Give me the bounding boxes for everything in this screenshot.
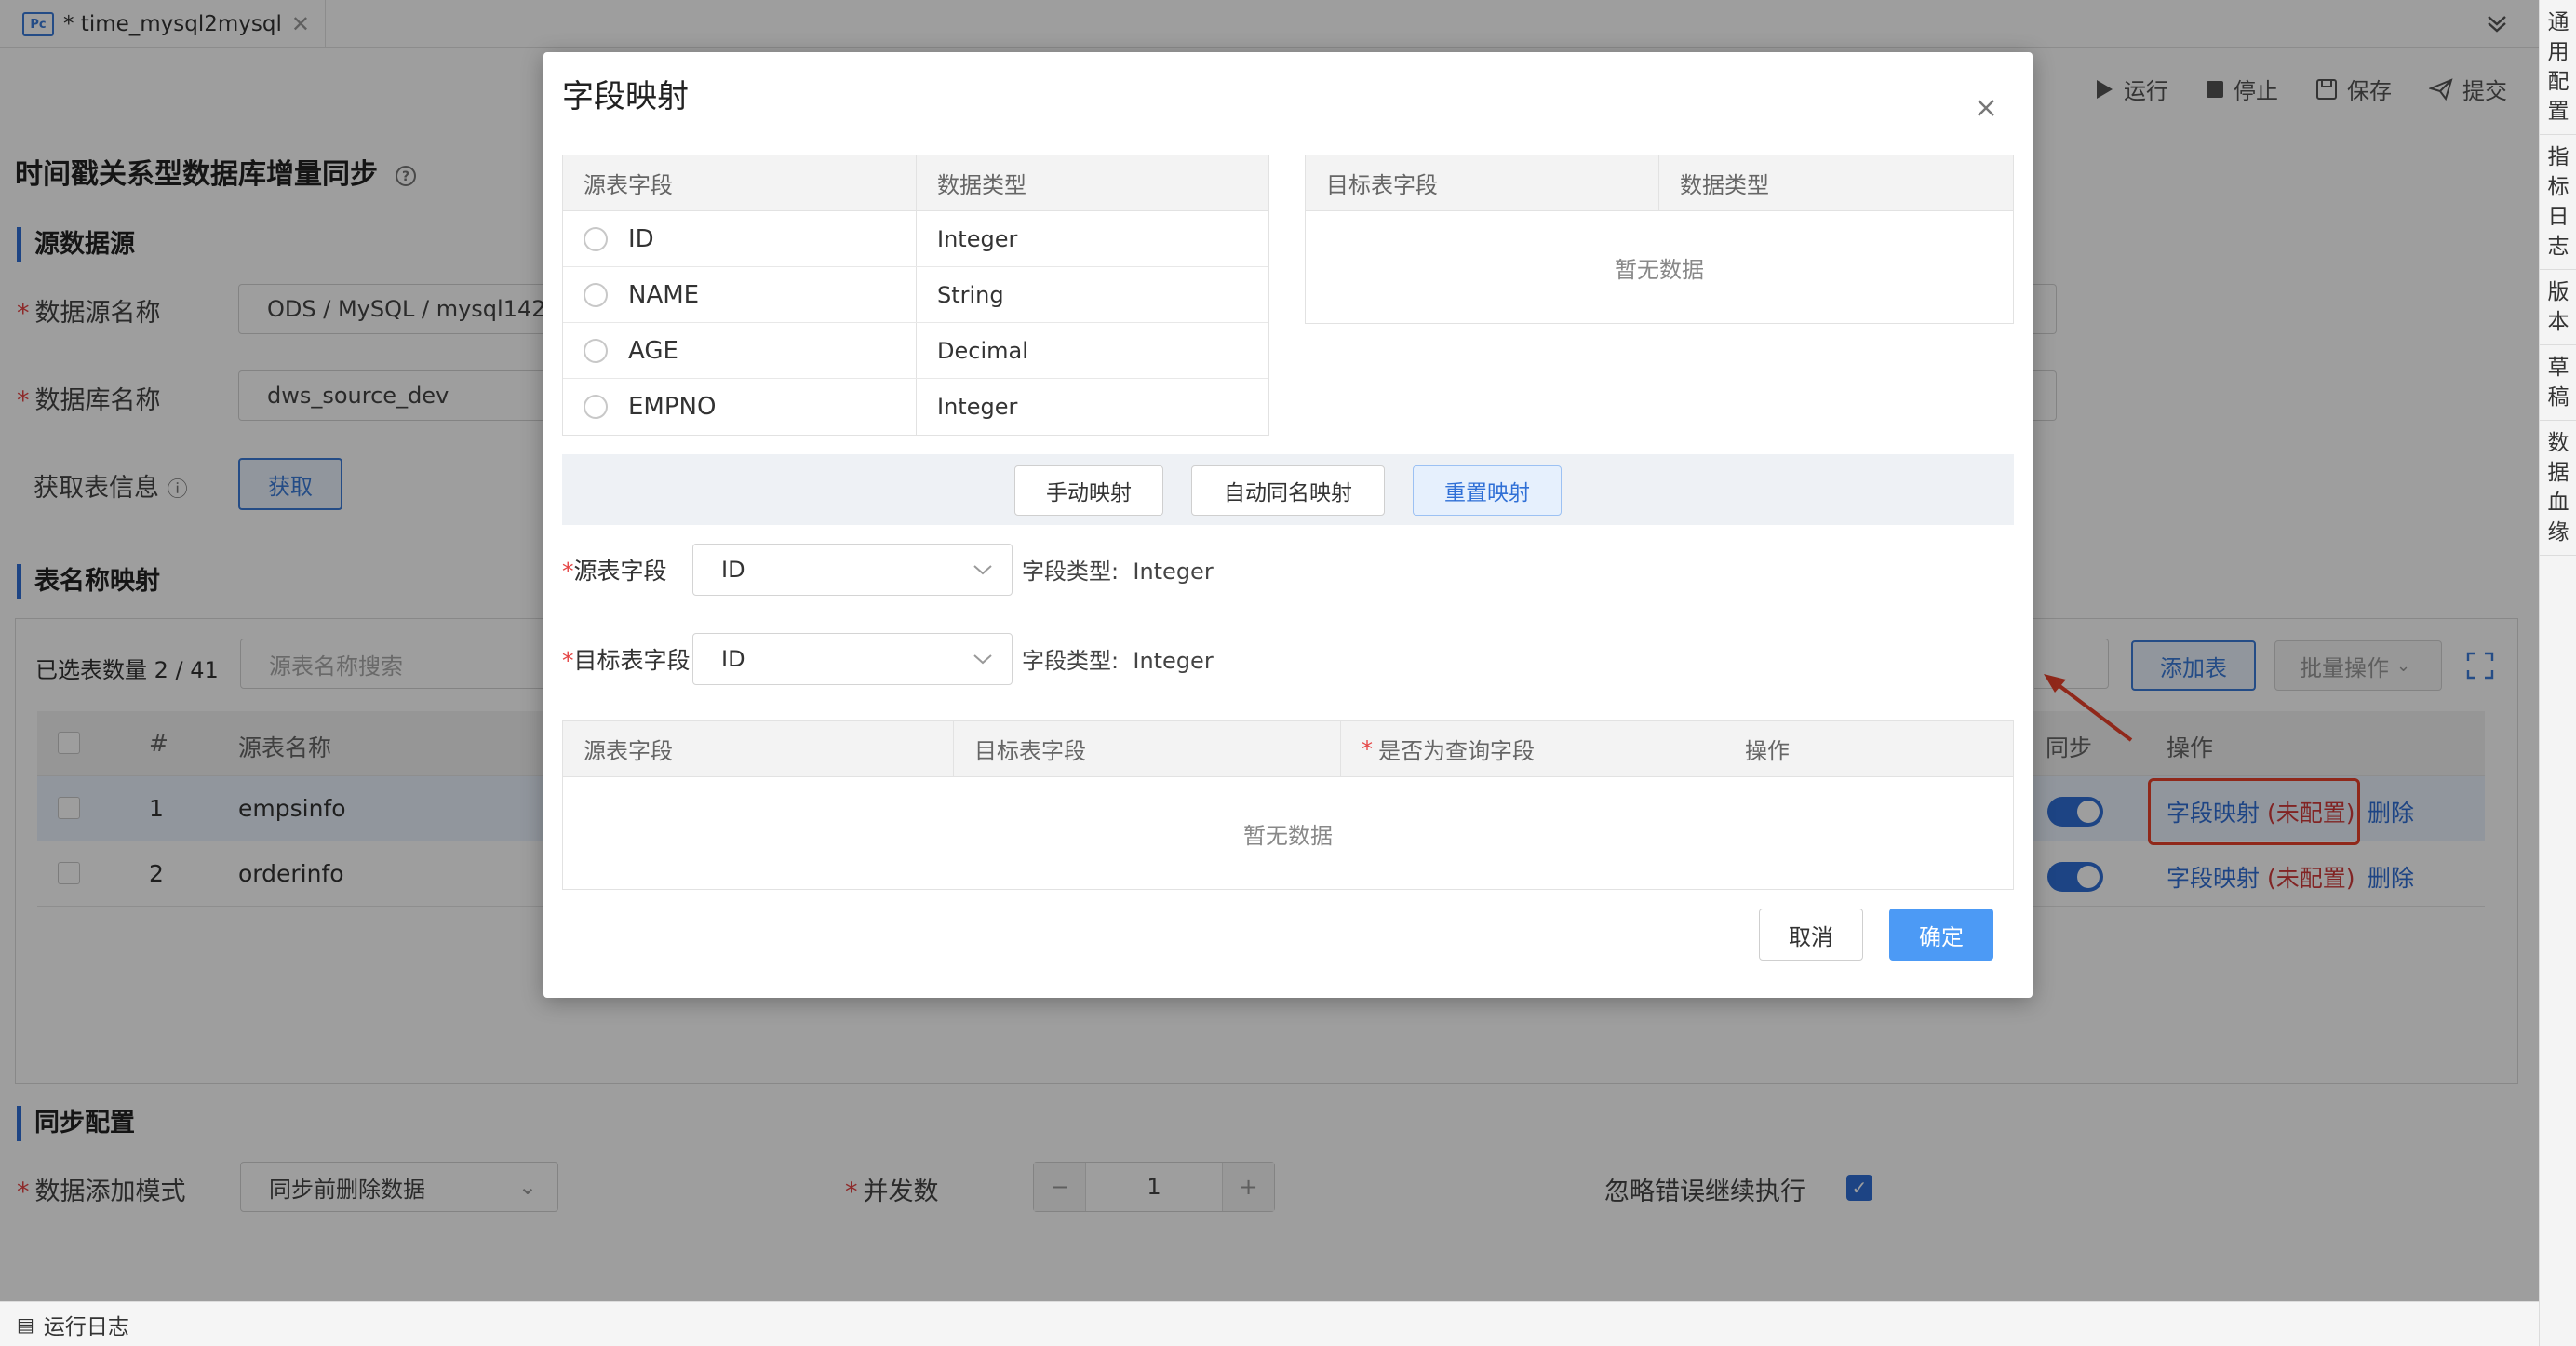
- target-field-label: *目标表字段: [562, 647, 691, 674]
- field-type: Decimal: [937, 337, 1028, 364]
- sidebar-char: 置: [2547, 100, 2569, 124]
- mapping-result-table: 源表字段 目标表字段 * 是否为查询字段 操作 暂无数据: [562, 720, 2014, 890]
- sidebar-char: 版: [2547, 280, 2569, 304]
- sidebar-char: 志: [2547, 235, 2569, 259]
- field-type: Integer: [937, 225, 1018, 252]
- col-data-type: 数据类型: [1680, 172, 1769, 198]
- col-target-field: 目标表字段: [1306, 155, 1659, 210]
- sidebar-item-metric-log[interactable]: 指标日志: [2540, 135, 2576, 270]
- field-name: AGE: [628, 336, 678, 365]
- log-icon: ▤: [17, 1312, 34, 1336]
- empty-state: 暂无数据: [1243, 822, 1333, 849]
- right-sidebar: 通用配置 指标日志 版本 草稿 数据血缘: [2539, 0, 2576, 1346]
- table-header: 源表字段 目标表字段 * 是否为查询字段 操作: [563, 721, 2013, 777]
- sidebar-item-general-config[interactable]: 通用配置: [2540, 0, 2576, 135]
- source-fields-table: 源表字段 数据类型 ID Integer NAME String AGE Dec…: [562, 155, 1269, 436]
- reset-mapping-button[interactable]: 重置映射: [1413, 465, 1562, 516]
- table-row[interactable]: AGE Decimal: [563, 323, 1268, 379]
- sidebar-char: 数: [2547, 431, 2569, 455]
- source-field-value: ID: [721, 557, 745, 583]
- sidebar-char: 日: [2547, 205, 2569, 229]
- mapping-actions-bar: 手动映射 自动同名映射 重置映射: [562, 454, 2014, 525]
- field-name: EMPNO: [628, 393, 717, 421]
- target-fields-table: 目标表字段 数据类型 暂无数据: [1305, 155, 2014, 324]
- radio-button[interactable]: [584, 395, 608, 419]
- col-target-field: 目标表字段: [954, 721, 1341, 776]
- radio-button[interactable]: [584, 226, 608, 251]
- target-field-value: ID: [721, 646, 745, 672]
- col-is-query-field: * 是否为查询字段: [1341, 721, 1724, 776]
- chevron-down-icon: [973, 653, 993, 666]
- chevron-down-icon: [973, 563, 993, 576]
- sidebar-item-draft[interactable]: 草稿: [2540, 345, 2576, 421]
- table-header: 源表字段 数据类型: [563, 155, 1268, 211]
- field-name: NAME: [628, 280, 700, 309]
- confirm-button[interactable]: 确定: [1889, 909, 1993, 961]
- source-field-select[interactable]: ID: [692, 544, 1013, 596]
- sidebar-item-data-lineage[interactable]: 数据血缘: [2540, 421, 2576, 556]
- target-field-type: 字段类型: Integer: [1022, 648, 1214, 674]
- table-row[interactable]: NAME String: [563, 267, 1268, 323]
- run-log-tab[interactable]: 运行日志: [44, 1309, 129, 1340]
- sidebar-char: 稿: [2547, 385, 2569, 410]
- source-field-type: 字段类型: Integer: [1022, 559, 1214, 585]
- col-source-field: 源表字段: [563, 155, 917, 210]
- table-header: 目标表字段 数据类型: [1306, 155, 2013, 211]
- sidebar-char: 血: [2547, 491, 2569, 515]
- sidebar-char: 草: [2547, 356, 2569, 380]
- col-source-field: 源表字段: [563, 721, 954, 776]
- empty-state: 暂无数据: [1615, 256, 1704, 283]
- sidebar-char: 据: [2547, 461, 2569, 485]
- sidebar-char: 标: [2547, 175, 2569, 199]
- field-type: String: [937, 281, 1004, 308]
- sidebar-item-version[interactable]: 版本: [2540, 270, 2576, 345]
- sidebar-char: 缘: [2547, 520, 2569, 545]
- field-type: Integer: [937, 394, 1018, 420]
- sidebar-char: 用: [2547, 40, 2569, 64]
- field-name: ID: [628, 224, 654, 253]
- sidebar-char: 本: [2547, 310, 2569, 334]
- close-icon[interactable]: [1973, 95, 1999, 121]
- target-field-select[interactable]: ID: [692, 633, 1013, 685]
- table-row[interactable]: ID Integer: [563, 211, 1268, 267]
- col-ops: 操作: [1745, 738, 1790, 764]
- field-mapping-dialog: 字段映射 源表字段 数据类型 ID Integer NAME String AG…: [543, 52, 2033, 998]
- cancel-button[interactable]: 取消: [1759, 909, 1863, 961]
- col-data-type: 数据类型: [937, 172, 1026, 198]
- manual-mapping-button[interactable]: 手动映射: [1014, 465, 1163, 516]
- sidebar-char: 指: [2547, 145, 2569, 169]
- table-row[interactable]: EMPNO Integer: [563, 379, 1268, 435]
- sidebar-char: 配: [2547, 70, 2569, 94]
- status-bar: ▤ 运行日志: [0, 1301, 2539, 1346]
- sidebar-char: 通: [2547, 10, 2569, 34]
- dialog-title: 字段映射: [562, 78, 689, 115]
- radio-button[interactable]: [584, 282, 608, 307]
- source-field-label: *源表字段: [562, 558, 667, 585]
- radio-button[interactable]: [584, 338, 608, 363]
- auto-mapping-button[interactable]: 自动同名映射: [1191, 465, 1385, 516]
